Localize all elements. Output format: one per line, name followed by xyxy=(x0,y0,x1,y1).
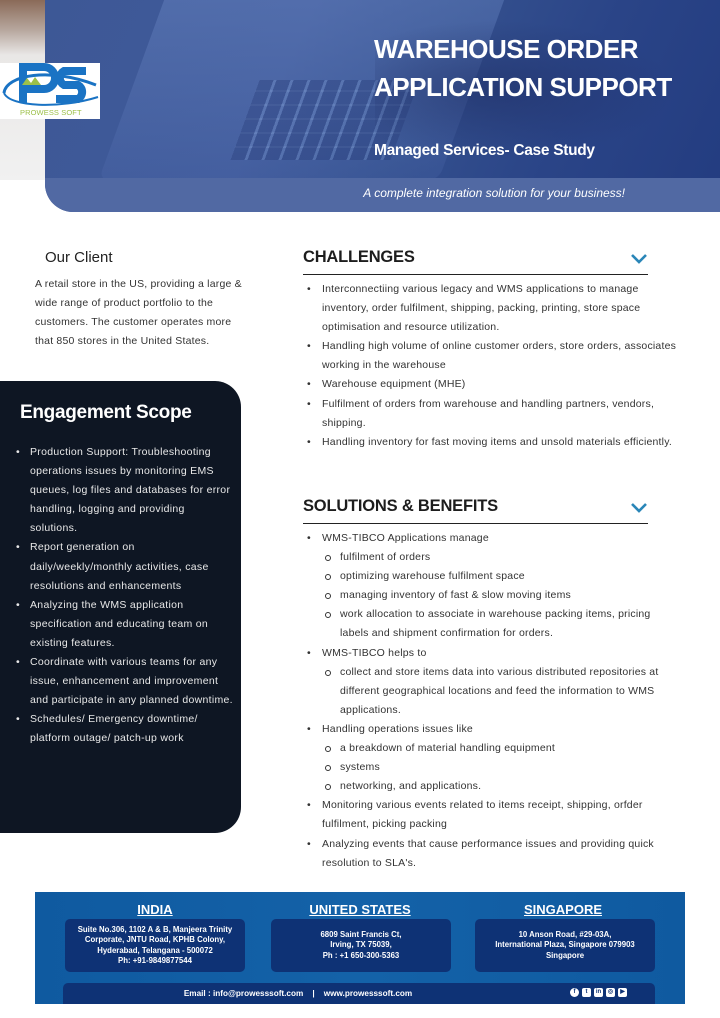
list-item: Analyzing the WMS application specificat… xyxy=(16,596,235,653)
contact-info[interactable]: Email : info@prowesssoft.com | www.prowe… xyxy=(63,989,533,998)
sub-list: fulfilment of orders optimizing warehous… xyxy=(322,548,682,643)
solutions-list: WMS-TIBCO Applications manage fulfilment… xyxy=(307,529,682,873)
list-item: WMS-TIBCO Applications manage fulfilment… xyxy=(307,529,682,644)
list-item: Handling high volume of online customer … xyxy=(307,337,682,375)
address-line: 10 Anson Road, #29-03A, xyxy=(518,929,612,939)
list-item-text: WMS-TIBCO Applications manage xyxy=(322,532,489,544)
company-logo: PROWESS SOFT xyxy=(0,63,100,119)
address-line: Hyderabad, Telangana - 500072 xyxy=(97,945,213,955)
sub-list-item: systems xyxy=(325,758,682,777)
instagram-icon[interactable]: ◎ xyxy=(606,988,615,997)
list-item: Handling operations issues like a breakd… xyxy=(307,720,682,796)
list-item-text: WMS-TIBCO helps to xyxy=(322,646,427,659)
list-item: Production Support: Troubleshooting oper… xyxy=(16,443,235,538)
challenges-header[interactable]: CHALLENGES xyxy=(303,248,648,275)
chevron-down-icon[interactable] xyxy=(630,252,648,266)
hero-banner: WAREHOUSE ORDER APPLICATION SUPPORT Mana… xyxy=(45,0,720,212)
client-heading: Our Client xyxy=(45,249,113,266)
twitter-icon[interactable]: t xyxy=(582,988,591,997)
sub-list: collect and store items data into variou… xyxy=(322,663,682,720)
office-title-india: INDIA xyxy=(137,902,173,917)
sub-list-item: managing inventory of fast & slow moving… xyxy=(325,586,682,605)
list-item: Schedules/ Emergency downtime/ platform … xyxy=(16,710,235,748)
page-subtitle: Managed Services- Case Study xyxy=(374,142,595,159)
tagline: A complete integration solution for your… xyxy=(363,186,625,200)
list-item: Interconnectiing various legacy and WMS … xyxy=(307,280,682,337)
challenges-heading: CHALLENGES xyxy=(303,248,415,266)
list-item-text: Analyzing events that cause performance … xyxy=(322,837,654,869)
sub-list-item: fulfilment of orders xyxy=(325,548,682,567)
sub-list-item: a breakdown of material handling equipme… xyxy=(325,739,682,758)
chevron-down-icon[interactable] xyxy=(630,501,648,515)
sub-list: a breakdown of material handling equipme… xyxy=(322,739,682,796)
office-address-singapore: 10 Anson Road, #29-03A, International Pl… xyxy=(475,919,655,972)
sub-list-item: collect and store items data into variou… xyxy=(325,663,682,720)
social-icons: f t in ◎ ▶ xyxy=(570,988,627,997)
engagement-scope-panel: Engagement Scope Production Support: Tro… xyxy=(0,381,241,833)
list-item: Warehouse equipment (MHE) xyxy=(307,375,682,394)
address-line: Corporate, JNTU Road, KPHB Colony, xyxy=(84,935,226,944)
footer-offices: INDIA Suite No.306, 1102 A & B, Manjeera… xyxy=(35,892,685,1004)
facebook-icon[interactable]: f xyxy=(570,988,579,997)
list-item: Monitoring various events related to ite… xyxy=(307,796,682,834)
office-title-singapore: SINGAPORE xyxy=(523,902,602,917)
list-item: Handling inventory for fast moving items… xyxy=(307,433,682,452)
client-description: A retail store in the US, providing a la… xyxy=(35,278,242,347)
list-item: Coordinate with various teams for any is… xyxy=(16,653,235,710)
phone-line: Ph : +1 650-300-5363 xyxy=(322,950,400,960)
sub-list-item: networking, and applications. xyxy=(325,777,682,796)
phone-line: Ph: +91-9849877544 xyxy=(118,956,192,965)
list-item: Fulfilment of orders from warehouse and … xyxy=(307,395,682,433)
challenges-list: Interconnectiing various legacy and WMS … xyxy=(307,280,682,452)
engagement-scope-list: Production Support: Troubleshooting oper… xyxy=(16,443,235,749)
solutions-heading: SOLUTIONS & BENEFITS xyxy=(303,497,498,515)
address-line: Singapore xyxy=(545,950,585,960)
address-line: 6809 Saint Francis Ct, xyxy=(320,929,402,939)
logo-text: PROWESS SOFT xyxy=(20,108,82,117)
address-line: International Plaza, Singapore 079903 xyxy=(495,940,635,950)
list-item: Analyzing events that cause performance … xyxy=(307,835,682,873)
office-address-india: Suite No.306, 1102 A & B, Manjeera Trini… xyxy=(65,919,245,972)
address-line: Irving, TX 75039, xyxy=(330,940,392,950)
sub-list-item: work allocation to associate in warehous… xyxy=(325,605,682,643)
list-item-text: Handling operations issues like xyxy=(322,722,473,735)
office-title-united-states: UNITED STATES xyxy=(309,902,411,917)
address-line: Suite No.306, 1102 A & B, Manjeera Trini… xyxy=(77,924,233,934)
page-title-line2: APPLICATION SUPPORT xyxy=(374,72,672,102)
list-item-text: Monitoring various events related to ite… xyxy=(322,799,643,831)
office-address-united-states: 6809 Saint Francis Ct, Irving, TX 75039,… xyxy=(271,919,451,972)
engagement-scope-heading: Engagement Scope xyxy=(20,402,192,423)
youtube-icon[interactable]: ▶ xyxy=(618,988,627,997)
linkedin-icon[interactable]: in xyxy=(594,988,603,997)
contact-bar: Email : info@prowesssoft.com | www.prowe… xyxy=(63,983,655,1004)
solutions-header[interactable]: SOLUTIONS & BENEFITS xyxy=(303,497,648,524)
page-title-line1: WAREHOUSE ORDER xyxy=(374,34,639,64)
sub-list-item: optimizing warehouse fulfilment space xyxy=(325,567,682,586)
list-item: Report generation on daily/weekly/monthl… xyxy=(16,538,235,595)
page-title: WAREHOUSE ORDER APPLICATION SUPPORT xyxy=(374,30,714,106)
list-item: WMS-TIBCO helps to collect and store ite… xyxy=(307,644,682,720)
